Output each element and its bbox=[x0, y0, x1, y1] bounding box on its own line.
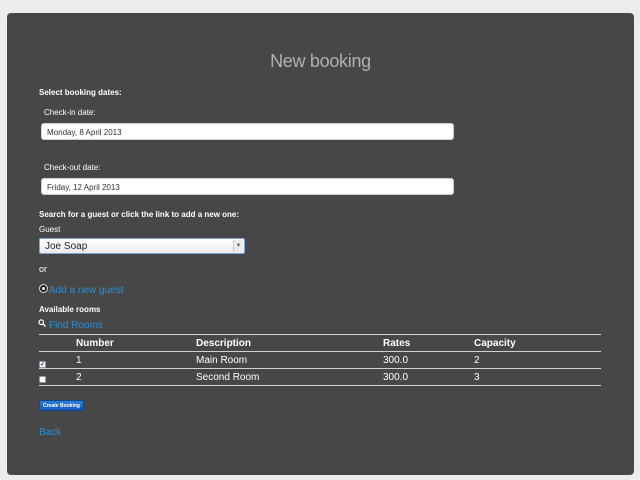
row-select-cell: ✔ bbox=[39, 351, 76, 369]
checkmark-icon: ✔ bbox=[40, 361, 46, 368]
header-rates: Rates bbox=[383, 334, 474, 352]
booking-panel: New booking Select booking dates: Check-… bbox=[7, 13, 634, 475]
booking-dates-heading: Select booking dates: bbox=[39, 88, 122, 97]
checkout-date-field[interactable]: Friday, 12 April 2013 bbox=[41, 178, 454, 195]
chevron-down-icon: ▼ bbox=[233, 240, 243, 252]
table-row: ✔ 1 Main Room 300.0 2 bbox=[39, 351, 601, 369]
header-number: Number bbox=[76, 334, 196, 352]
rooms-table: Number Description Rates Capacity ✔ 1 Ma… bbox=[39, 334, 601, 386]
row-select-cell bbox=[39, 368, 76, 386]
room-rate: 300.0 bbox=[383, 351, 474, 369]
radio-dot-icon bbox=[40, 285, 47, 292]
room-number: 2 bbox=[76, 368, 196, 386]
guest-selected-value: Joe Soap bbox=[45, 241, 88, 252]
header-select bbox=[39, 334, 76, 352]
table-header-row: Number Description Rates Capacity bbox=[39, 334, 601, 352]
table-row: 2 Second Room 300.0 3 bbox=[39, 368, 601, 386]
room-capacity: 3 bbox=[474, 368, 601, 386]
available-rooms-heading: Available rooms bbox=[39, 305, 101, 314]
header-capacity: Capacity bbox=[474, 334, 601, 352]
page-title: New booking bbox=[270, 51, 371, 71]
guest-search-heading: Search for a guest or click the link to … bbox=[39, 210, 240, 219]
find-rooms-link[interactable]: Find Rooms bbox=[49, 320, 103, 331]
room-description: Main Room bbox=[196, 351, 383, 369]
room-2-checkbox[interactable] bbox=[39, 375, 46, 383]
room-capacity: 2 bbox=[474, 351, 601, 369]
guest-select[interactable]: Joe Soap ▼ bbox=[39, 238, 245, 254]
create-booking-button[interactable]: Create Booking bbox=[39, 400, 84, 411]
room-rate: 300.0 bbox=[383, 368, 474, 386]
room-description: Second Room bbox=[196, 368, 383, 386]
add-new-guest-link[interactable]: Add a new guest bbox=[49, 285, 124, 296]
checkout-label: Check-out date: bbox=[44, 163, 101, 172]
magnifier-icon bbox=[38, 319, 46, 329]
guest-label: Guest bbox=[39, 225, 61, 234]
checkin-date-field[interactable]: Monday, 8 April 2013 bbox=[41, 123, 454, 140]
header-description: Description bbox=[196, 334, 383, 352]
room-1-checkbox[interactable]: ✔ bbox=[39, 360, 46, 368]
checkin-label: Check-in date: bbox=[44, 108, 96, 117]
back-link[interactable]: Back bbox=[39, 427, 61, 438]
or-text: or bbox=[39, 264, 48, 274]
room-number: 1 bbox=[76, 351, 196, 369]
